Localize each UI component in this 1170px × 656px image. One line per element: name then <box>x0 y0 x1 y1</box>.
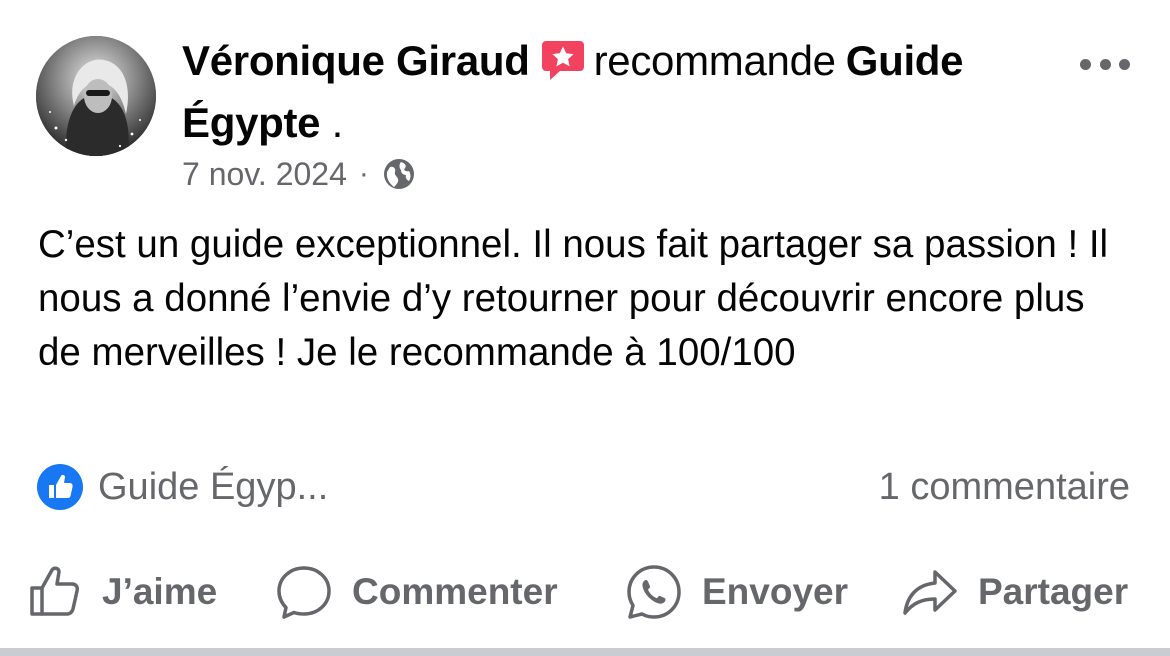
send-label: Envoyer <box>702 571 849 612</box>
share-arrow-icon <box>900 562 960 622</box>
more-dot <box>1119 58 1130 70</box>
post-date[interactable]: 7 nov. 2024 <box>182 152 347 196</box>
send-button[interactable]: Envoyer <box>624 556 848 628</box>
meta-separator: · <box>358 157 369 190</box>
recommend-star-icon <box>540 37 586 80</box>
more-dot <box>1080 58 1091 70</box>
recommend-verb: recommande <box>593 37 836 84</box>
action-bar: J’aime Commenter Envoyer Partager <box>0 556 1170 628</box>
thumbs-up-icon <box>24 562 84 622</box>
post-text: C’est un guide exceptionnel. Il nous fai… <box>38 223 1109 374</box>
reactions-summary[interactable]: Guide Égyp... <box>36 462 328 512</box>
comments-count[interactable]: 1 commentaire <box>879 462 1130 512</box>
section-divider <box>0 648 1170 656</box>
more-dot <box>1099 58 1111 70</box>
more-dots-icon[interactable] <box>1080 52 1130 76</box>
avatar-photo <box>36 36 156 156</box>
recommendation-post: Véronique Giraud recommande Guide Égypte … <box>0 0 1170 656</box>
share-button[interactable]: Partager <box>900 556 1128 628</box>
post-header: Véronique Giraud recommande Guide Égypte … <box>182 30 1062 154</box>
reactions-names: Guide Égyp... <box>98 466 329 508</box>
like-button[interactable]: J’aime <box>24 556 217 628</box>
comment-bubble-icon <box>274 562 334 622</box>
whatsapp-icon <box>624 562 684 622</box>
globe-icon <box>381 156 417 192</box>
author-name[interactable]: Véronique Giraud <box>182 37 530 84</box>
like-label: J’aime <box>102 571 218 612</box>
post-meta: 7 nov. 2024 · <box>182 152 417 196</box>
share-label: Partager <box>978 571 1129 612</box>
author-avatar[interactable] <box>36 36 156 156</box>
like-badge-icon <box>36 463 84 511</box>
comment-button[interactable]: Commenter <box>274 556 558 628</box>
page-suffix: . <box>320 99 344 146</box>
comment-label: Commenter <box>352 571 558 612</box>
